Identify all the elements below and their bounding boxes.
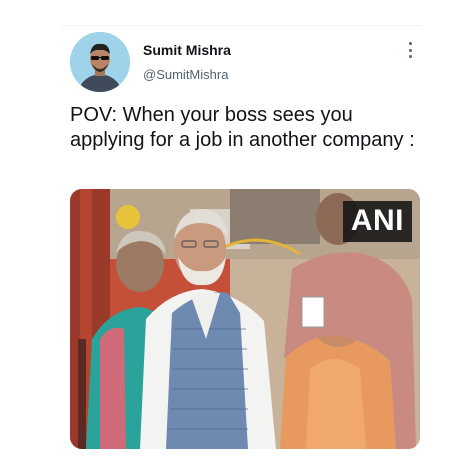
media-watermark: ANI: [342, 201, 412, 242]
avatar[interactable]: [70, 32, 130, 92]
avatar-image: [70, 32, 130, 92]
more-options-icon[interactable]: [402, 40, 418, 60]
author-name[interactable]: Sumit Mishra: [143, 42, 231, 58]
tweet-text: POV: When your boss sees you applying fo…: [70, 104, 415, 151]
top-divider: [62, 25, 422, 26]
author-handle[interactable]: @SumitMishra: [143, 67, 228, 82]
tweet-media[interactable]: ANI: [70, 189, 420, 449]
